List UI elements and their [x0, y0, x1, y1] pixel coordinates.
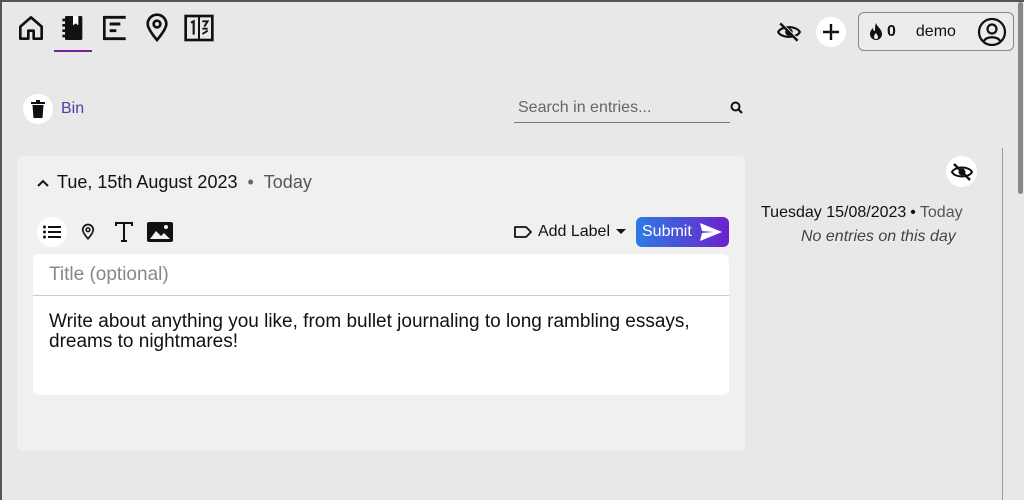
submit-label: Submit	[642, 223, 692, 240]
send-icon	[700, 223, 722, 241]
timeline-icon	[103, 15, 126, 41]
trash-icon	[31, 100, 45, 118]
nav-home[interactable]	[10, 12, 52, 52]
nav-calendar[interactable]	[178, 12, 220, 52]
add-label-text: Add Label	[537, 223, 610, 240]
add-image-button[interactable]	[145, 217, 175, 247]
add-entry-button[interactable]	[816, 16, 846, 47]
calendar-icon	[184, 14, 214, 42]
image-icon	[147, 222, 173, 242]
label-icon	[514, 226, 532, 238]
side-hide-toggle-button[interactable]	[946, 156, 977, 187]
list-format-button[interactable]	[37, 217, 67, 247]
entry-toolbar: Add Label Submit	[37, 216, 729, 248]
plus-icon	[823, 23, 839, 40]
submit-button[interactable]: Submit	[636, 217, 729, 247]
bin-link[interactable]: Bin	[23, 94, 84, 124]
entry-date: Tue, 15th August 2023	[57, 172, 238, 192]
panel-divider	[1002, 148, 1003, 500]
list-icon	[43, 225, 61, 239]
bin-button[interactable]	[23, 94, 53, 124]
streak-count: 0	[887, 22, 896, 40]
map-pin-icon	[146, 13, 168, 43]
window-top-border	[0, 0, 1024, 2]
streak-counter: 0	[867, 22, 896, 42]
home-icon	[19, 15, 43, 40]
chevron-up-icon[interactable]	[35, 175, 51, 191]
add-location-button[interactable]	[73, 217, 103, 247]
toolbar-actions: Add Label Submit	[514, 217, 729, 247]
text-icon	[115, 222, 133, 242]
entry-card-header: Tue, 15th August 2023 • Today	[35, 172, 312, 193]
entry-relative-date: Today	[263, 172, 312, 192]
empty-entries-message: No entries on this day	[801, 228, 956, 245]
title-input[interactable]	[49, 263, 729, 286]
entry-body-editor[interactable]: Write about anything you like, from bull…	[49, 312, 709, 352]
side-relative-date: Today	[919, 204, 963, 221]
eye-off-icon	[776, 21, 802, 42]
nav-timeline[interactable]	[94, 12, 136, 52]
journal-icon	[62, 16, 83, 40]
search-icon[interactable]	[729, 100, 745, 116]
flame-icon	[870, 22, 882, 40]
side-date: Tuesday 15/08/2023	[761, 204, 907, 221]
map-pin-icon	[81, 223, 95, 241]
nav-map[interactable]	[136, 12, 178, 52]
side-date-heading: Tuesday 15/08/2023 • Today	[761, 204, 963, 222]
hide-toggle-button[interactable]	[774, 17, 804, 47]
entry-card: Tue, 15th August 2023 • Today Add Label …	[17, 156, 745, 451]
add-label-dropdown[interactable]: Add Label	[514, 223, 626, 241]
entry-editor: Write about anything you like, from bull…	[33, 254, 729, 395]
header-actions: 0 demo	[774, 12, 1014, 51]
date-separator: •	[247, 172, 254, 192]
main-nav	[10, 12, 220, 52]
username: demo	[915, 22, 956, 40]
bin-label: Bin	[61, 100, 85, 117]
search-field	[514, 94, 730, 123]
side-date-separator: •	[910, 204, 916, 221]
eye-off-icon	[950, 162, 973, 181]
user-menu[interactable]: 0 demo	[858, 12, 1014, 51]
text-format-button[interactable]	[109, 217, 139, 247]
title-field	[33, 254, 729, 296]
window-left-border	[0, 0, 2, 500]
search-input[interactable]	[514, 99, 730, 117]
account-icon	[977, 17, 1007, 46]
caret-down-icon	[616, 229, 626, 234]
nav-journal[interactable]	[52, 12, 94, 52]
scrollbar-thumb[interactable]	[1018, 2, 1023, 194]
